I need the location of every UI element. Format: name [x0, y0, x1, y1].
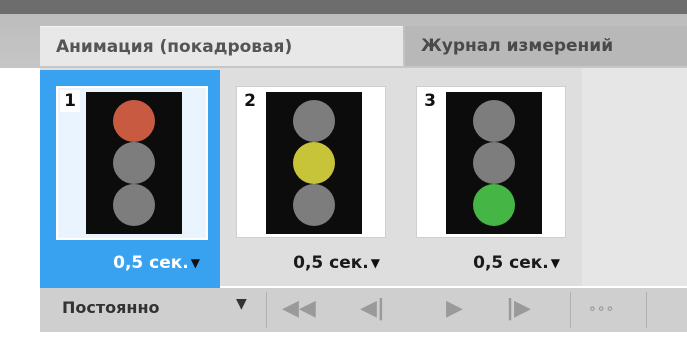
yellow-lamp — [473, 142, 515, 184]
animation-toolbar: Постоянно ▼ ◀◀ ◀| ▶ |▶ ∘∘∘ — [40, 288, 687, 332]
chevron-down-icon: ▼ — [190, 256, 200, 270]
tween-button[interactable]: ∘∘∘ — [588, 294, 614, 324]
frame-number: 2 — [240, 90, 260, 112]
tab-animation[interactable]: Анимация (покадровая) — [40, 26, 403, 66]
frame-delay-dropdown[interactable]: 0,5 сек. ▼ — [293, 250, 380, 276]
frame-delay-value: 0,5 сек. — [473, 253, 549, 273]
chevron-down-icon: ▼ — [370, 256, 380, 270]
animation-frame-2[interactable]: 2 0,5 сек. ▼ — [220, 70, 400, 288]
traffic-light-thumbnail — [86, 92, 182, 234]
green-lamp — [293, 184, 335, 226]
tab-bar: Анимация (покадровая) Журнал измерений — [0, 0, 687, 68]
bottom-edge — [0, 332, 687, 343]
green-lamp — [113, 184, 155, 226]
frame-delay-dropdown[interactable]: 0,5 сек. ▼ — [113, 250, 200, 276]
frame-number: 1 — [60, 90, 80, 112]
red-lamp — [473, 100, 515, 142]
loop-options-select[interactable]: Постоянно — [62, 298, 160, 317]
frame-number: 3 — [420, 90, 440, 112]
red-lamp — [113, 100, 155, 142]
next-frame-button[interactable]: |▶ — [506, 294, 531, 324]
traffic-light-thumbnail — [266, 92, 362, 234]
frame-delay-value: 0,5 сек. — [293, 253, 369, 273]
animation-panel: Анимация (покадровая) Журнал измерений 1… — [0, 0, 687, 343]
traffic-light-thumbnail — [446, 92, 542, 234]
divider — [266, 292, 267, 328]
animation-frame-1[interactable]: 1 0,5 сек. ▼ — [40, 70, 220, 288]
divider — [570, 292, 571, 328]
play-button[interactable]: ▶ — [446, 294, 463, 324]
chevron-down-icon[interactable]: ▼ — [236, 296, 247, 312]
divider — [646, 292, 647, 328]
previous-frame-button[interactable]: ◀| — [360, 294, 385, 324]
yellow-lamp — [293, 142, 335, 184]
frame-strip-empty-area — [582, 68, 687, 286]
green-lamp — [473, 184, 515, 226]
frame-delay-value: 0,5 сек. — [113, 253, 189, 273]
red-lamp — [293, 100, 335, 142]
chevron-down-icon: ▼ — [550, 256, 560, 270]
animation-frame-3[interactable]: 3 0,5 сек. ▼ — [400, 70, 580, 288]
frame-delay-dropdown[interactable]: 0,5 сек. ▼ — [473, 250, 560, 276]
tab-measurement-log[interactable]: Журнал измерений — [405, 26, 687, 66]
first-frame-button[interactable]: ◀◀ — [282, 294, 316, 324]
yellow-lamp — [113, 142, 155, 184]
